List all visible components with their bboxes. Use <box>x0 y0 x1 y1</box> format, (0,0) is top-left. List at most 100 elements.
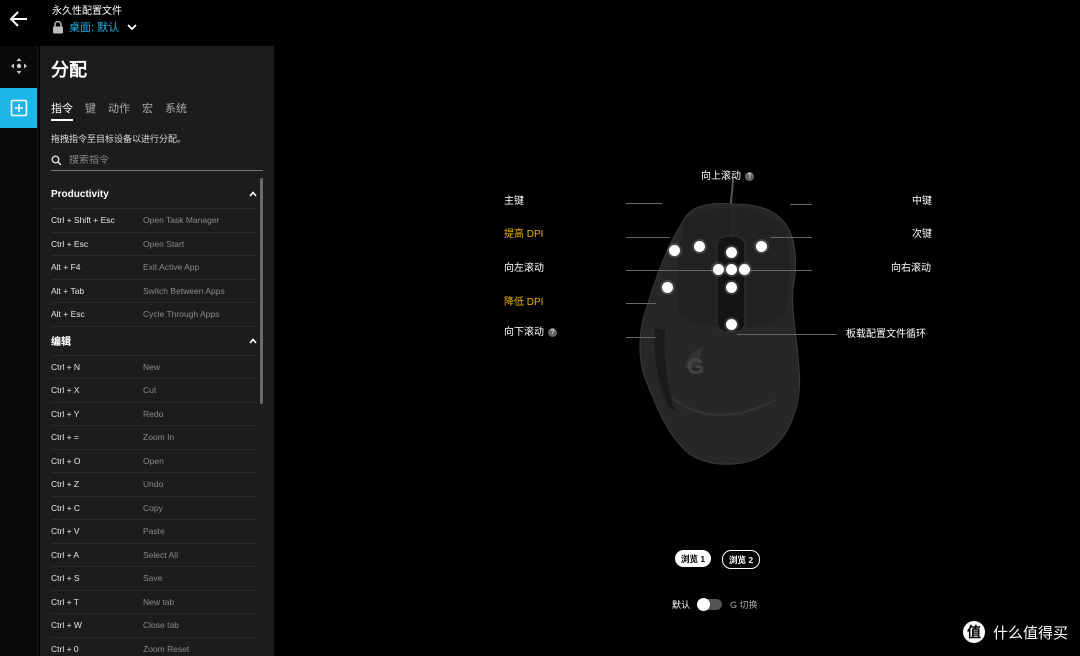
leader-line <box>737 334 837 335</box>
leader-line <box>626 270 718 271</box>
mouse-button-scroll-down[interactable] <box>726 282 737 293</box>
search-input[interactable] <box>69 154 249 166</box>
list-item[interactable]: Ctrl + T New tab <box>51 591 257 614</box>
rail-item-assignments[interactable] <box>0 88 37 128</box>
view-2-button[interactable]: 浏览 2 <box>722 550 761 569</box>
list-item[interactable]: Ctrl + Y Redo <box>51 403 257 426</box>
shortcut-action: New <box>143 361 161 372</box>
label-secondary[interactable]: 次键 <box>912 225 932 240</box>
list-item[interactable]: Alt + F4 Exit Active App <box>51 256 257 280</box>
shortcut-action: Close tab <box>143 620 179 631</box>
svg-text:值: 值 <box>967 624 981 640</box>
list-item[interactable]: Alt + Tab Switch Between Apps <box>51 280 257 303</box>
help-icon[interactable]: ? <box>745 172 754 181</box>
label-scroll-left[interactable]: 向左滚动 <box>504 259 544 274</box>
svg-text:G: G <box>687 354 704 379</box>
plus-square-icon <box>10 99 27 117</box>
shortcut-key: Ctrl + T <box>51 596 79 607</box>
help-icon[interactable]: ? <box>548 328 557 337</box>
search-icon <box>51 155 62 166</box>
category-productivity[interactable]: Productivity <box>51 180 257 209</box>
command-list: Productivity Ctrl + Shift + Esc Open Task… <box>51 180 257 656</box>
panel-scrollbar[interactable] <box>260 178 263 404</box>
lock-icon <box>53 20 63 33</box>
leader-line <box>626 303 656 304</box>
shortcut-key: Ctrl + A <box>51 549 80 560</box>
tab-macros[interactable]: 宏 <box>142 100 153 121</box>
list-item[interactable]: Ctrl + = Zoom In <box>51 426 257 450</box>
list-item[interactable]: Ctrl + N New <box>51 356 257 379</box>
gshift-switch[interactable] <box>697 597 723 611</box>
shortcut-key: Ctrl + Shift + Esc <box>51 215 115 226</box>
shortcut-key: Ctrl + V <box>51 526 80 537</box>
shortcut-action: Open Start <box>143 238 185 249</box>
move-arrows-icon <box>10 58 27 74</box>
shortcut-key: Ctrl + S <box>51 573 80 584</box>
switch-knob <box>697 597 711 611</box>
shortcut-key: Ctrl + X <box>51 385 80 396</box>
category-edit[interactable]: 编辑 <box>51 327 257 356</box>
list-item[interactable]: Ctrl + V Paste <box>51 520 257 544</box>
shortcut-key: Alt + Esc <box>51 309 85 320</box>
leader-line <box>626 237 670 238</box>
mouse-button-scroll-left[interactable] <box>713 264 724 275</box>
mouse-button-dpi-up[interactable] <box>669 245 680 256</box>
tab-system[interactable]: 系统 <box>165 100 187 121</box>
mouse-illustration: G <box>639 177 801 465</box>
leader-line <box>790 204 812 205</box>
view-1-button[interactable]: 浏览 1 <box>675 550 712 567</box>
list-item[interactable]: Ctrl + W Close tab <box>51 614 257 638</box>
mouse-button-scroll-right[interactable] <box>739 264 750 275</box>
list-item[interactable]: Ctrl + Shift + Esc Open Task Manager <box>51 209 257 233</box>
rail-item-move[interactable] <box>0 46 37 86</box>
shortcut-key: Ctrl + Y <box>51 408 80 419</box>
list-item[interactable]: Ctrl + C Copy <box>51 497 257 520</box>
list-item[interactable]: Ctrl + Esc Open Start <box>51 233 257 256</box>
mouse-button-primary[interactable] <box>694 241 705 252</box>
shortcut-action: Redo <box>143 408 164 419</box>
leader-line <box>770 237 812 238</box>
label-text: 向下滚动 <box>504 327 544 338</box>
list-item[interactable]: Alt + Esc Cycle Through Apps <box>51 303 257 327</box>
label-scroll-right[interactable]: 向右滚动 <box>891 259 931 274</box>
back-button[interactable] <box>8 8 30 30</box>
leader-line <box>626 203 662 204</box>
label-scroll-up[interactable]: 向上滚动? <box>701 167 754 182</box>
mouse-image: G <box>625 177 815 468</box>
label-middle[interactable]: 中键 <box>912 192 932 207</box>
shortcut-key: Ctrl + Esc <box>51 238 89 249</box>
tab-actions[interactable]: 动作 <box>108 100 130 121</box>
list-item[interactable]: Ctrl + 0 Zoom Reset <box>51 638 257 656</box>
switch-label-gshift: G 切换 <box>730 600 758 610</box>
panel-hint: 拖拽指令至目标设备以进行分配。 <box>51 134 187 144</box>
list-item[interactable]: Ctrl + X Cut <box>51 379 257 403</box>
list-item[interactable]: Ctrl + S Save <box>51 567 257 591</box>
watermark-text: 什么值得买 <box>992 624 1068 642</box>
mouse-button-profile-cycle[interactable] <box>726 319 737 330</box>
profile-caption: 永久性配置文件 <box>52 6 122 17</box>
label-dpi-down[interactable]: 降低 DPI <box>504 293 543 308</box>
list-item[interactable]: Ctrl + Z Undo <box>51 473 257 497</box>
shortcut-action: Paste <box>143 526 165 537</box>
shortcut-action: Copy <box>143 502 163 513</box>
mouse-button-scroll-up[interactable] <box>726 247 737 258</box>
tab-commands[interactable]: 指令 <box>51 100 73 121</box>
label-primary[interactable]: 主键 <box>504 192 524 207</box>
label-scroll-down[interactable]: 向下滚动? <box>504 323 557 338</box>
profile-dropdown[interactable]: 桌面: 默认 <box>52 19 137 35</box>
list-item[interactable]: Ctrl + O Open <box>51 450 257 473</box>
mouse-button-dpi-down[interactable] <box>662 282 673 293</box>
assignment-panel: 分配 指令 键 动作 宏 系统 拖拽指令至目标设备以进行分配。 Producti… <box>40 46 274 656</box>
left-rail <box>0 46 38 656</box>
panel-title: 分配 <box>51 60 87 80</box>
shortcut-action: Zoom In <box>143 432 175 443</box>
profile-name: 桌面: 默认 <box>69 22 120 34</box>
search-box <box>51 150 263 171</box>
list-item[interactable]: Ctrl + A Select All <box>51 544 257 567</box>
label-dpi-up[interactable]: 提高 DPI <box>504 225 543 240</box>
mouse-button-secondary[interactable] <box>756 241 767 252</box>
label-profile-cycle[interactable]: 板载配置文件循环 <box>846 325 926 340</box>
mouse-button-middle[interactable] <box>726 264 737 275</box>
tab-keys[interactable]: 键 <box>85 100 96 121</box>
shortcut-action: Open <box>143 455 164 466</box>
